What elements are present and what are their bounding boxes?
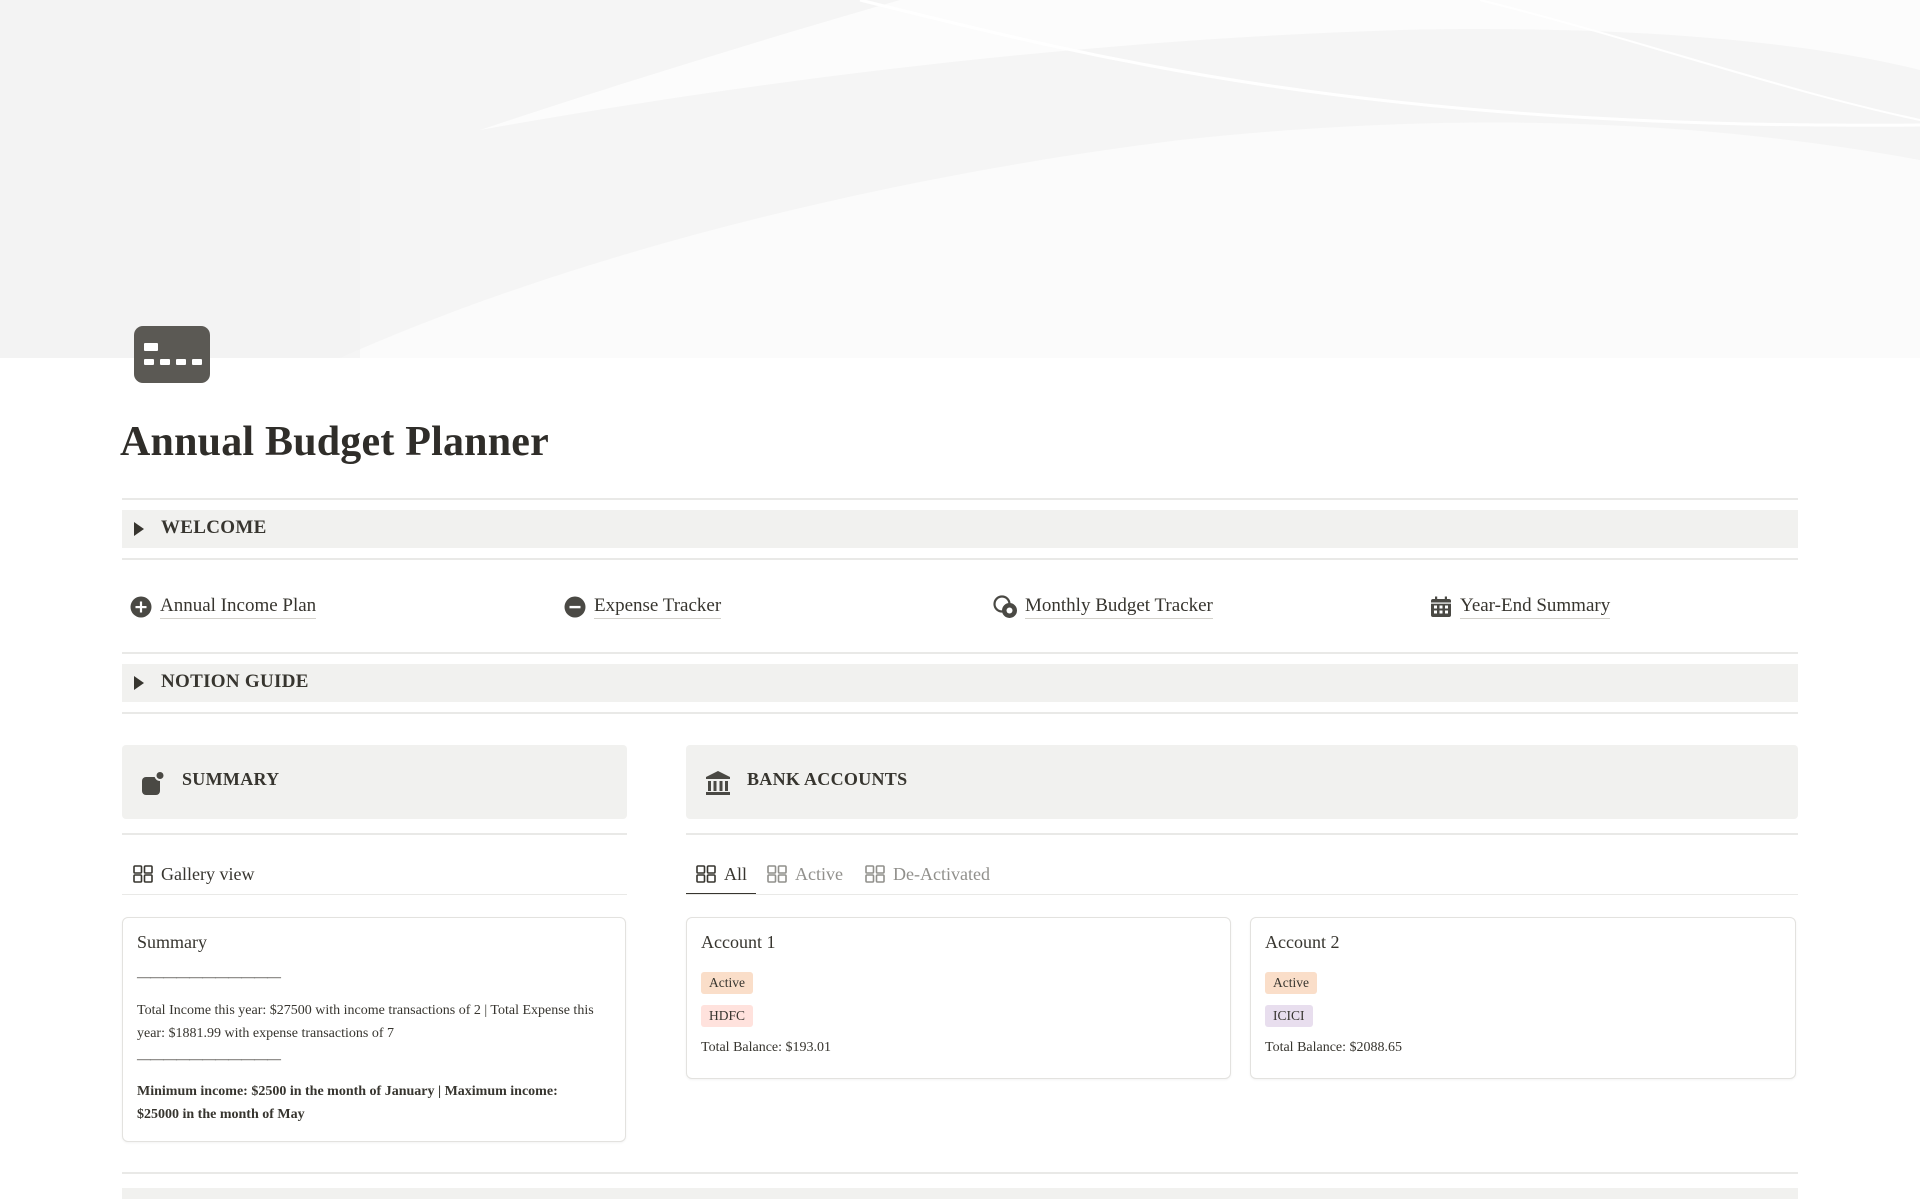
tab-active-label: Active bbox=[795, 863, 843, 884]
tab-de-activated-label: De-Activated bbox=[893, 863, 990, 884]
tab-all[interactable]: All bbox=[696, 856, 747, 892]
bank-badge: HDFC bbox=[701, 1005, 754, 1027]
separator-line: ——————————— bbox=[137, 970, 281, 985]
summary-card[interactable]: Summary ——————————— Total Income this ye… bbox=[122, 917, 626, 1142]
divider bbox=[122, 652, 1798, 654]
bank-icon bbox=[704, 769, 732, 797]
tab-active[interactable]: Active bbox=[767, 856, 843, 892]
cover-image bbox=[0, 0, 1920, 358]
summary-callout: SUMMARY bbox=[122, 745, 627, 819]
tab-all-label: All bbox=[724, 863, 748, 884]
coins-icon bbox=[993, 594, 1019, 620]
divider bbox=[122, 1172, 1798, 1174]
tag-shapes-icon bbox=[140, 769, 168, 797]
account-name: Account 2 bbox=[1265, 932, 1340, 952]
link-label[interactable]: Expense Tracker bbox=[594, 595, 722, 619]
status-badge: Active bbox=[1265, 972, 1317, 994]
next-callout-block bbox=[122, 1188, 1798, 1199]
page-title: Annual Budget Planner bbox=[120, 419, 549, 465]
divider bbox=[686, 833, 1798, 835]
gallery-view-label: Gallery view bbox=[161, 863, 255, 884]
total-balance: Total Balance: $193.01 bbox=[701, 1040, 832, 1055]
divider bbox=[686, 894, 1798, 895]
divider bbox=[122, 712, 1798, 714]
gallery-grid-icon bbox=[767, 865, 787, 883]
divider bbox=[122, 498, 1798, 500]
cover-swoosh-graphic bbox=[0, 0, 1920, 358]
bank-accounts-heading: BANK ACCOUNTS bbox=[747, 769, 908, 789]
credit-card-icon[interactable] bbox=[134, 326, 210, 383]
account-card[interactable]: Account 2 Active ICICI Total Balance: $2… bbox=[1250, 917, 1796, 1079]
link-label[interactable]: Monthly Budget Tracker bbox=[1025, 595, 1213, 619]
gallery-grid-icon bbox=[696, 865, 716, 883]
status-badge: Active bbox=[701, 972, 753, 994]
total-balance: Total Balance: $2088.65 bbox=[1265, 1040, 1403, 1055]
link-year-end-summary[interactable]: Year-End Summary bbox=[1428, 592, 1611, 622]
link-monthly-budget-tracker[interactable]: Monthly Budget Tracker bbox=[993, 592, 1213, 622]
link-label[interactable]: Year-End Summary bbox=[1460, 595, 1611, 619]
summary-card-title: Summary bbox=[137, 932, 207, 952]
calendar-icon bbox=[1428, 594, 1454, 620]
summary-heading: SUMMARY bbox=[182, 769, 280, 789]
toggle-notion-guide[interactable]: NOTION GUIDE bbox=[122, 664, 1798, 702]
toggle-notion-guide-label: NOTION GUIDE bbox=[161, 671, 309, 692]
bank-badge: ICICI bbox=[1265, 1005, 1313, 1027]
separator-line: ——————————— bbox=[137, 1052, 281, 1067]
summary-minmax-text: Minimum income: $2500 in the month of Ja… bbox=[137, 1084, 558, 1122]
link-annual-income-plan[interactable]: Annual Income Plan bbox=[128, 592, 317, 622]
link-expense-tracker[interactable]: Expense Tracker bbox=[562, 592, 722, 622]
divider bbox=[122, 894, 627, 895]
gallery-grid-icon bbox=[133, 865, 153, 883]
gallery-view-tab[interactable]: Gallery view bbox=[133, 856, 254, 892]
toggle-welcome[interactable]: WELCOME bbox=[122, 510, 1798, 548]
summary-totals-text: Total Income this year: $27500 with inco… bbox=[137, 1003, 594, 1041]
toggle-welcome-label: WELCOME bbox=[161, 517, 267, 538]
link-label[interactable]: Annual Income Plan bbox=[160, 595, 317, 619]
account-card[interactable]: Account 1 Active HDFC Total Balance: $19… bbox=[686, 917, 1231, 1079]
divider bbox=[122, 833, 627, 835]
toggle-triangle-icon[interactable] bbox=[134, 522, 144, 536]
minus-circle-icon bbox=[562, 594, 588, 620]
plus-circle-icon bbox=[128, 594, 154, 620]
tab-de-activated[interactable]: De-Activated bbox=[865, 856, 990, 892]
toggle-triangle-icon[interactable] bbox=[134, 676, 144, 690]
gallery-grid-icon bbox=[865, 865, 885, 883]
bank-accounts-callout: BANK ACCOUNTS bbox=[686, 745, 1798, 819]
divider bbox=[122, 558, 1798, 560]
account-name: Account 1 bbox=[701, 932, 776, 952]
